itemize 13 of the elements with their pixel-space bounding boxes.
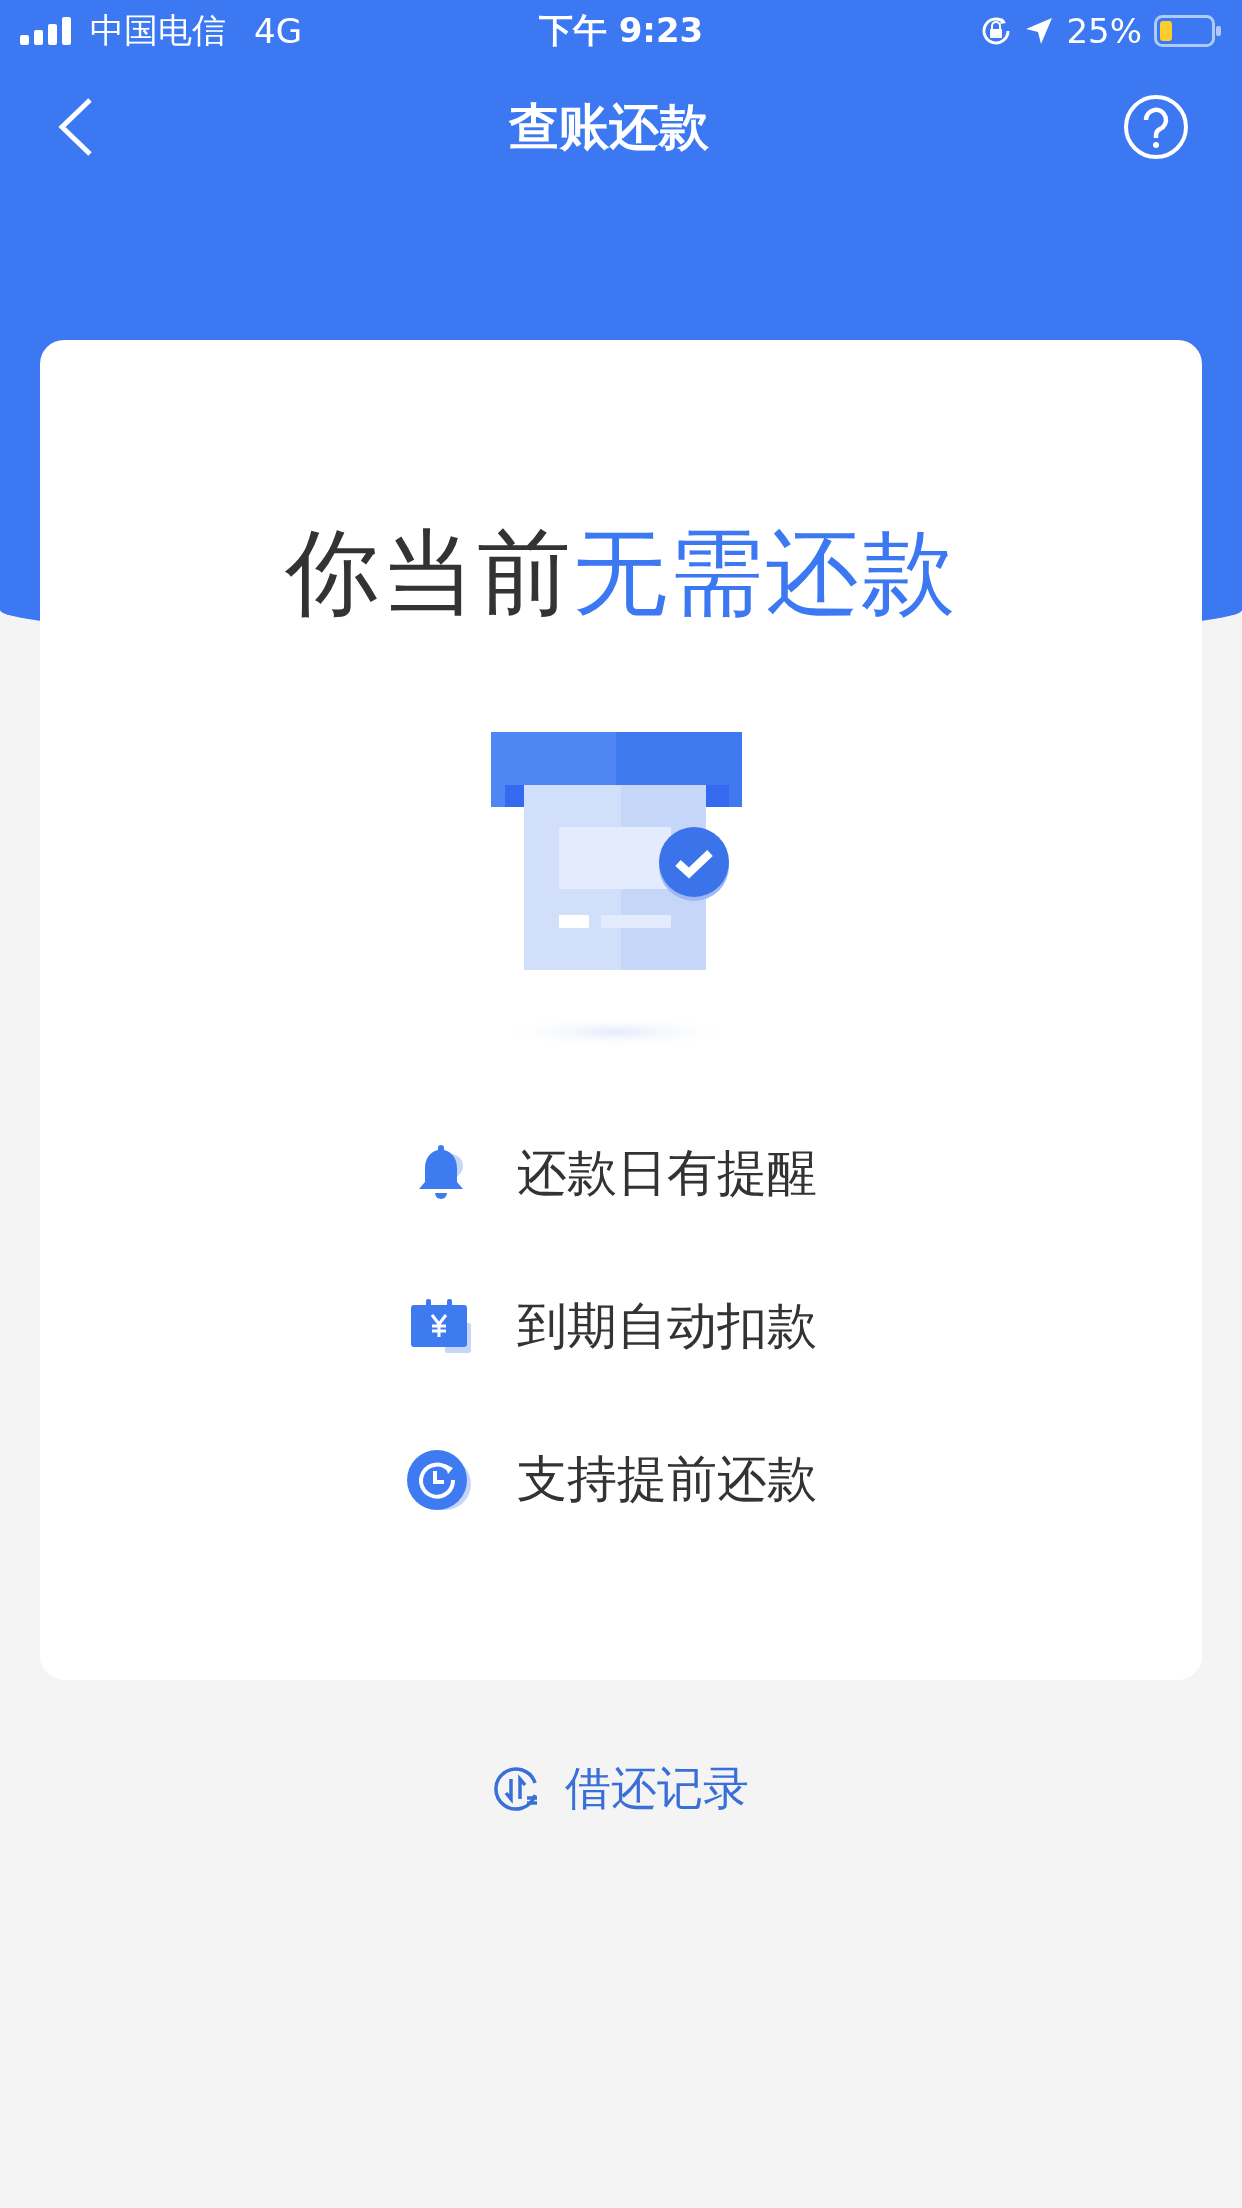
clock-time: 下午 9:23 <box>538 9 704 52</box>
help-button[interactable] <box>1122 93 1190 161</box>
page-title: 查账还款 <box>509 96 709 158</box>
status-headline: 你当前无需还款 <box>285 517 957 629</box>
loan-history-link[interactable]: 借还记录 <box>493 1758 749 1820</box>
feature-label: 到期自动扣款 <box>517 1296 817 1357</box>
feature-label: 还款日有提醒 <box>517 1143 817 1204</box>
battery-icon <box>1154 15 1222 47</box>
network-type: 4G <box>254 11 302 51</box>
carrier-name: 中国电信 <box>90 9 226 52</box>
feature-label: 支持提前还款 <box>517 1449 817 1510</box>
location-arrow-icon <box>1024 16 1055 46</box>
battery-percent: 25% <box>1066 11 1142 51</box>
